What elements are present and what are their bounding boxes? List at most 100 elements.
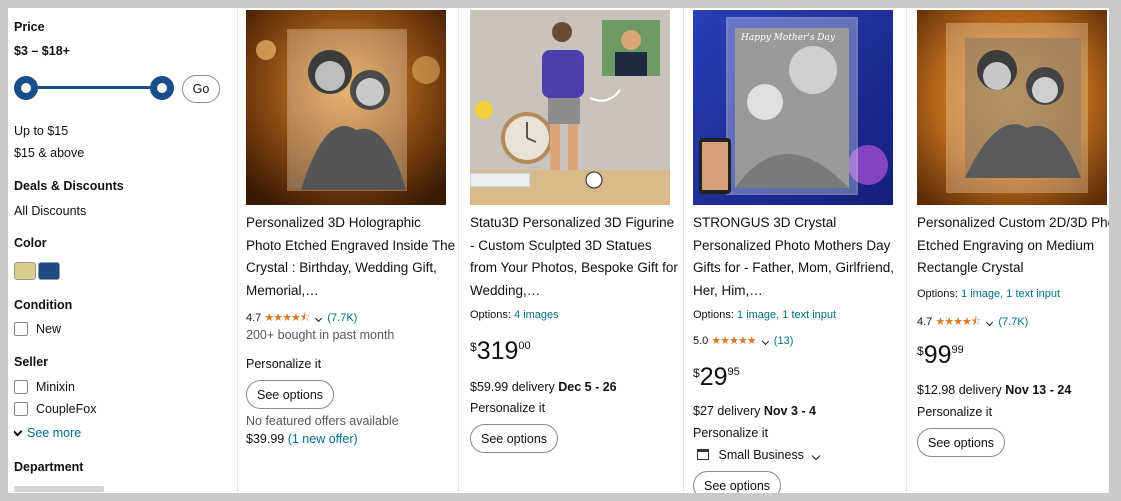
delivery-info: $12.98 delivery Nov 13 - 24 bbox=[917, 383, 1071, 397]
delivery-info: $59.99 delivery Dec 5 - 26 bbox=[470, 380, 617, 394]
delivery-info: $27 delivery Nov 3 - 4 bbox=[693, 404, 816, 418]
price-option-up-to-15[interactable]: Up to $15 bbox=[14, 124, 68, 138]
condition-heading: Condition bbox=[14, 298, 73, 312]
options-label: Options: bbox=[917, 288, 958, 300]
small-business-label: Small Business bbox=[718, 448, 804, 462]
see-options-button[interactable]: See options bbox=[693, 471, 782, 500]
chevron-down-icon bbox=[761, 337, 769, 346]
column-divider bbox=[237, 8, 238, 493]
no-offers-text: No featured offers available bbox=[246, 414, 399, 428]
seller-couplefox-label: CoupleFox bbox=[36, 402, 97, 416]
price-symbol: $ bbox=[470, 340, 477, 354]
all-discounts-link[interactable]: All Discounts bbox=[14, 204, 86, 218]
chevron-down-icon bbox=[14, 426, 23, 436]
options-link[interactable]: 1 image, 1 text input bbox=[737, 309, 836, 321]
crystal-photo-image bbox=[246, 10, 446, 205]
delivery-dates: Nov 3 - 4 bbox=[763, 404, 816, 418]
checkbox[interactable] bbox=[14, 322, 28, 336]
personalize-label: Personalize it bbox=[246, 357, 322, 371]
price-range-label: $3 – $18+ bbox=[14, 44, 70, 58]
options-row: Options: 1 image, 1 text input bbox=[917, 288, 1060, 300]
rating-row[interactable]: 5.0 ★★★★★ (13) bbox=[693, 334, 793, 347]
delivery-dates: Nov 13 - 24 bbox=[1005, 383, 1072, 397]
product-price: $ 99 99 bbox=[917, 342, 964, 368]
product-image[interactable]: Happy Mother's Day bbox=[693, 10, 893, 205]
image-caption: Happy Mother's Day bbox=[740, 33, 836, 43]
product-image[interactable] bbox=[470, 10, 670, 205]
star-rating-icon: ★★★★⯪ bbox=[935, 316, 981, 328]
price-fraction: 99 bbox=[951, 344, 964, 356]
star-rating-icon: ★★★★⯪ bbox=[264, 312, 310, 324]
see-more-link[interactable]: See more bbox=[14, 426, 81, 440]
color-swatch-blue[interactable] bbox=[38, 262, 60, 280]
review-count-link[interactable]: (13) bbox=[774, 335, 794, 347]
product-card: Personalized 3D Holographic Photo Etched… bbox=[246, 8, 456, 493]
options-link[interactable]: 4 images bbox=[514, 309, 559, 321]
rating-value: 4.7 bbox=[917, 316, 933, 328]
column-divider bbox=[683, 8, 684, 493]
small-business-badge[interactable]: Small Business bbox=[697, 448, 825, 462]
product-title-link[interactable]: STRONGUS 3D Crystal Personalized Photo M… bbox=[693, 212, 905, 302]
delivery-fee: $12.98 delivery bbox=[917, 383, 1002, 397]
price-slider[interactable] bbox=[14, 76, 182, 100]
product-card: Happy Mother's Day STRONGUS 3D Crystal P… bbox=[693, 8, 905, 500]
price-fraction: 95 bbox=[727, 366, 740, 378]
delivery-fee: $59.99 delivery bbox=[470, 380, 555, 394]
mothers-day-crystal-image: Happy Mother's Day bbox=[693, 10, 893, 205]
slider-min-handle[interactable] bbox=[14, 76, 38, 100]
seller-couplefox-option[interactable]: CoupleFox bbox=[14, 402, 96, 416]
personalize-label: Personalize it bbox=[917, 405, 993, 419]
price-symbol: $ bbox=[693, 366, 700, 380]
options-row: Options: 1 image, 1 text input bbox=[693, 309, 836, 321]
seller-heading: Seller bbox=[14, 355, 49, 369]
checkbox[interactable] bbox=[14, 402, 28, 416]
slider-max-handle[interactable] bbox=[150, 76, 174, 100]
offer-price: $39.99 bbox=[246, 432, 285, 446]
rating-value: 4.7 bbox=[246, 312, 262, 324]
price-symbol: $ bbox=[917, 344, 924, 358]
options-label: Options: bbox=[470, 309, 511, 321]
product-title-link[interactable]: Statu3D Personalized 3D Figurine - Custo… bbox=[470, 212, 682, 302]
see-more-label: See more bbox=[27, 426, 82, 440]
rating-row[interactable]: 4.7 ★★★★⯪ (7.7K) bbox=[917, 313, 1028, 332]
chevron-down-icon bbox=[315, 314, 323, 323]
options-row: Options: 4 images bbox=[470, 309, 559, 321]
rating-value: 5.0 bbox=[693, 335, 709, 347]
checkbox[interactable] bbox=[14, 380, 28, 394]
product-title-link[interactable]: Personalized 3D Holographic Photo Etched… bbox=[246, 212, 458, 302]
product-image[interactable] bbox=[246, 10, 446, 205]
storefront-icon bbox=[697, 449, 709, 460]
see-options-button[interactable]: See options bbox=[246, 380, 335, 409]
product-card: Statu3D Personalized 3D Figurine - Custo… bbox=[470, 8, 680, 493]
product-title-link[interactable]: Personalized Custom 2D/3D Photo Etched E… bbox=[917, 212, 1121, 280]
seller-minixin-option[interactable]: Minixin bbox=[14, 380, 75, 394]
department-heading: Department bbox=[14, 460, 84, 474]
column-divider bbox=[906, 8, 907, 493]
offer-row: $39.99 (1 new offer) bbox=[246, 432, 358, 446]
department-item-cut-off bbox=[14, 486, 104, 492]
see-options-button[interactable]: See options bbox=[917, 428, 1006, 457]
product-image[interactable] bbox=[917, 10, 1107, 205]
review-count-link[interactable]: (7.7K) bbox=[998, 316, 1028, 328]
see-options-button[interactable]: See options bbox=[470, 424, 559, 453]
chevron-down-icon bbox=[986, 318, 994, 327]
price-fraction: 00 bbox=[518, 340, 531, 352]
filter-sidebar: Price $3 – $18+ Go Up to $15 $15 & above… bbox=[14, 8, 234, 493]
options-label: Options: bbox=[693, 309, 734, 321]
review-count-link[interactable]: (7.7K) bbox=[327, 312, 357, 324]
product-card: Personalized Custom 2D/3D Photo Etched E… bbox=[917, 8, 1121, 493]
color-swatch-gold[interactable] bbox=[14, 262, 36, 280]
deals-heading: Deals & Discounts bbox=[14, 179, 124, 193]
delivery-fee: $27 delivery bbox=[693, 404, 761, 418]
personalize-label: Personalize it bbox=[470, 401, 546, 415]
rating-row[interactable]: 4.7 ★★★★⯪ (7.7K) bbox=[246, 309, 357, 328]
options-link[interactable]: 1 image, 1 text input bbox=[961, 288, 1060, 300]
condition-new-option[interactable]: New bbox=[14, 322, 61, 336]
column-divider bbox=[458, 8, 459, 493]
new-offer-link[interactable]: (1 new offer) bbox=[288, 432, 358, 446]
figurine-photo-image bbox=[470, 10, 670, 205]
price-whole: 29 bbox=[699, 363, 728, 391]
price-option-15-above[interactable]: $15 & above bbox=[14, 146, 84, 160]
delivery-dates: Dec 5 - 26 bbox=[558, 380, 617, 394]
price-go-button[interactable]: Go bbox=[182, 75, 220, 103]
